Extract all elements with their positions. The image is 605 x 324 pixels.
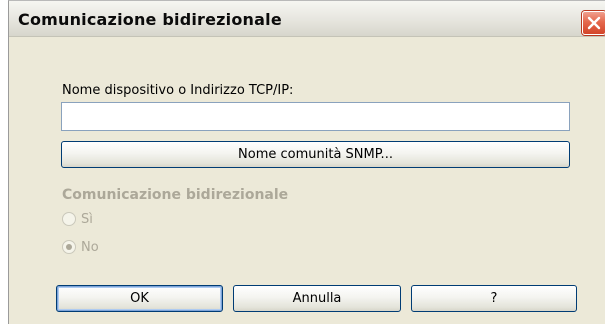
bidirectional-heading: Comunicazione bidirezionale bbox=[62, 187, 289, 203]
radio-si-indicator[interactable] bbox=[62, 212, 76, 226]
window-title: Comunicazione bidirezionale bbox=[18, 10, 282, 29]
radio-si-label: Sì bbox=[81, 211, 93, 227]
radio-no[interactable]: No bbox=[62, 239, 99, 255]
radio-no-label: No bbox=[81, 239, 99, 255]
address-input[interactable] bbox=[61, 102, 570, 131]
help-button[interactable]: ? bbox=[411, 285, 577, 312]
cancel-button[interactable]: Annulla bbox=[233, 285, 401, 312]
radio-si[interactable]: Sì bbox=[62, 211, 93, 227]
close-icon bbox=[587, 16, 601, 30]
snmp-community-button[interactable]: Nome comunità SNMP... bbox=[61, 141, 570, 168]
radio-no-indicator[interactable] bbox=[62, 240, 76, 254]
close-button[interactable] bbox=[582, 11, 605, 35]
title-bar[interactable]: Comunicazione bidirezionale bbox=[9, 1, 605, 37]
radio-no-selected-dot bbox=[66, 244, 72, 250]
ok-button[interactable]: OK bbox=[56, 285, 223, 312]
address-label: Nome dispositivo o Indirizzo TCP/IP: bbox=[62, 83, 294, 98]
dialog-window: Comunicazione bidirezionale Nome disposi… bbox=[8, 0, 605, 324]
